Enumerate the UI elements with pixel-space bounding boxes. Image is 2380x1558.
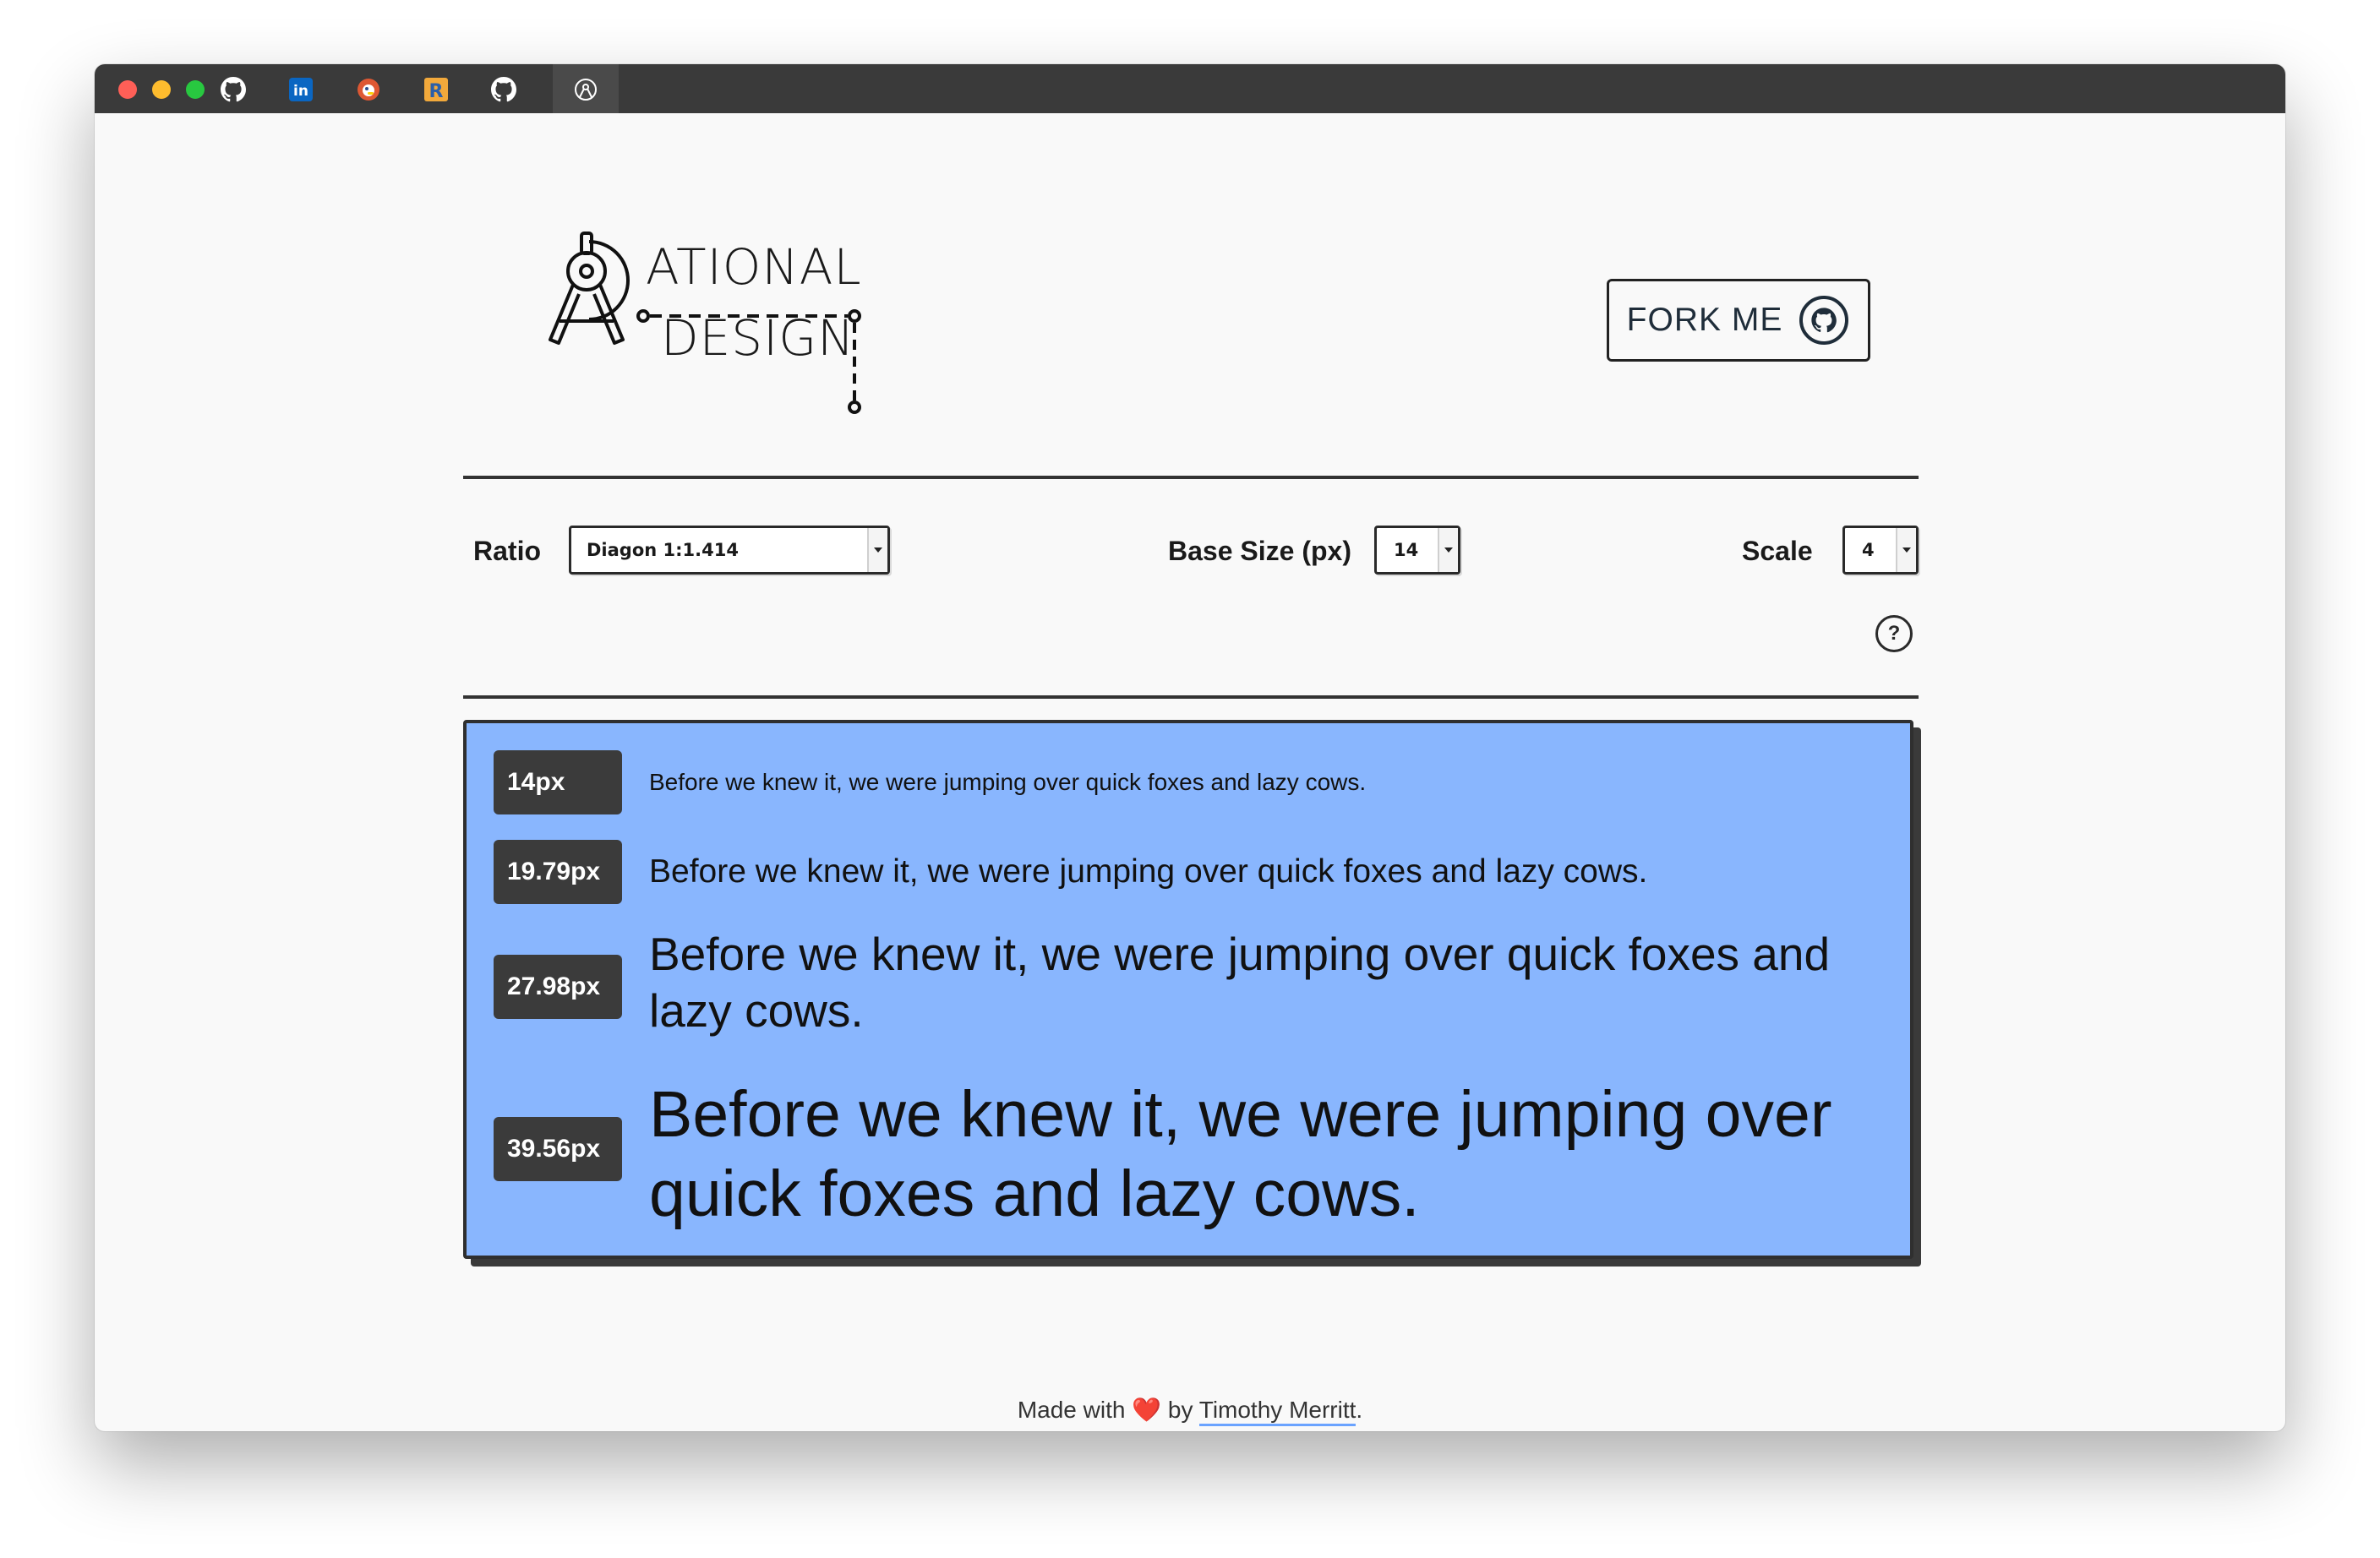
title-bar: in R — [95, 64, 2285, 113]
help-icon[interactable]: ? — [1875, 615, 1913, 652]
scale-select-value: 4 — [1862, 540, 1875, 560]
chevron-down-icon[interactable] — [1896, 528, 1916, 572]
base-size-select-value: 14 — [1394, 540, 1419, 560]
logo[interactable]: ATIONAL DESIGN — [547, 232, 902, 417]
github-octocat-icon — [1799, 296, 1849, 345]
fork-me-button[interactable]: FORK ME — [1607, 279, 1870, 362]
scale-row: 19.79px Before we knew it, we were jumpi… — [467, 840, 1910, 904]
linkedin-icon[interactable]: in — [287, 76, 314, 103]
page-content: ATIONAL DESIGN FORK ME Ratio Diagon 1:1.… — [95, 113, 2285, 1431]
footer-suffix: . — [1356, 1397, 1363, 1423]
chevron-down-icon[interactable] — [867, 528, 887, 572]
scale-select[interactable]: 4 — [1842, 526, 1919, 575]
size-badge: 39.56px — [494, 1117, 622, 1181]
chevron-down-icon[interactable] — [1438, 528, 1458, 572]
scale-row: 39.56px Before we knew it, we were jumpi… — [467, 1075, 1910, 1235]
logo-title-bottom: DESIGN — [661, 309, 855, 367]
github-icon[interactable] — [220, 76, 247, 103]
type-scale-preview: 14px Before we knew it, we were jumping … — [463, 720, 1913, 1259]
base-size-select[interactable]: 14 — [1374, 526, 1460, 575]
svg-text:R: R — [429, 81, 444, 102]
size-badge: 19.79px — [494, 840, 622, 904]
browser-window: in R ATIONAL DESIGN FORK ME Ratio Diagon… — [95, 64, 2285, 1431]
close-window-button[interactable] — [118, 80, 137, 99]
ratio-select-value: Diagon 1:1.414 — [587, 540, 739, 560]
ratio-select[interactable]: Diagon 1:1.414 — [569, 526, 890, 575]
logo-title-top: ATIONAL — [646, 238, 862, 296]
fork-me-label: FORK ME — [1626, 302, 1783, 338]
minimize-window-button[interactable] — [152, 80, 171, 99]
r-icon[interactable]: R — [423, 76, 450, 103]
sample-text: Before we knew it, we were jumping over … — [649, 1078, 1832, 1230]
top-divider — [463, 476, 1919, 479]
sample-text: Before we knew it, we were jumping over … — [649, 853, 1648, 890]
footer-by: by — [1167, 1397, 1193, 1423]
scale-label: Scale — [1742, 536, 1813, 566]
heart-icon: ❤️ — [1132, 1397, 1162, 1423]
bottom-divider — [463, 695, 1919, 699]
sample-text: Before we knew it, we were jumping over … — [649, 769, 1367, 795]
footer-prefix: Made with — [1017, 1397, 1126, 1423]
base-size-label: Base Size (px) — [1168, 536, 1351, 566]
author-link[interactable]: Timothy Merritt — [1198, 1397, 1356, 1426]
maximize-window-button[interactable] — [186, 80, 205, 99]
scale-row: 14px Before we knew it, we were jumping … — [467, 750, 1910, 814]
duckduckgo-icon[interactable] — [355, 76, 382, 103]
sample-text: Before we knew it, we were jumping over … — [649, 928, 1831, 1037]
size-badge: 14px — [494, 750, 622, 814]
scale-row: 27.98px Before we knew it, we were jumpi… — [467, 926, 1910, 1038]
ratio-label: Ratio — [473, 536, 541, 566]
svg-text:in: in — [293, 83, 308, 100]
size-badge: 27.98px — [494, 955, 622, 1019]
footer: Made with ❤️ by Timothy Merritt. — [95, 1396, 2285, 1426]
compass-icon[interactable] — [572, 76, 599, 103]
github-icon[interactable] — [490, 76, 517, 103]
